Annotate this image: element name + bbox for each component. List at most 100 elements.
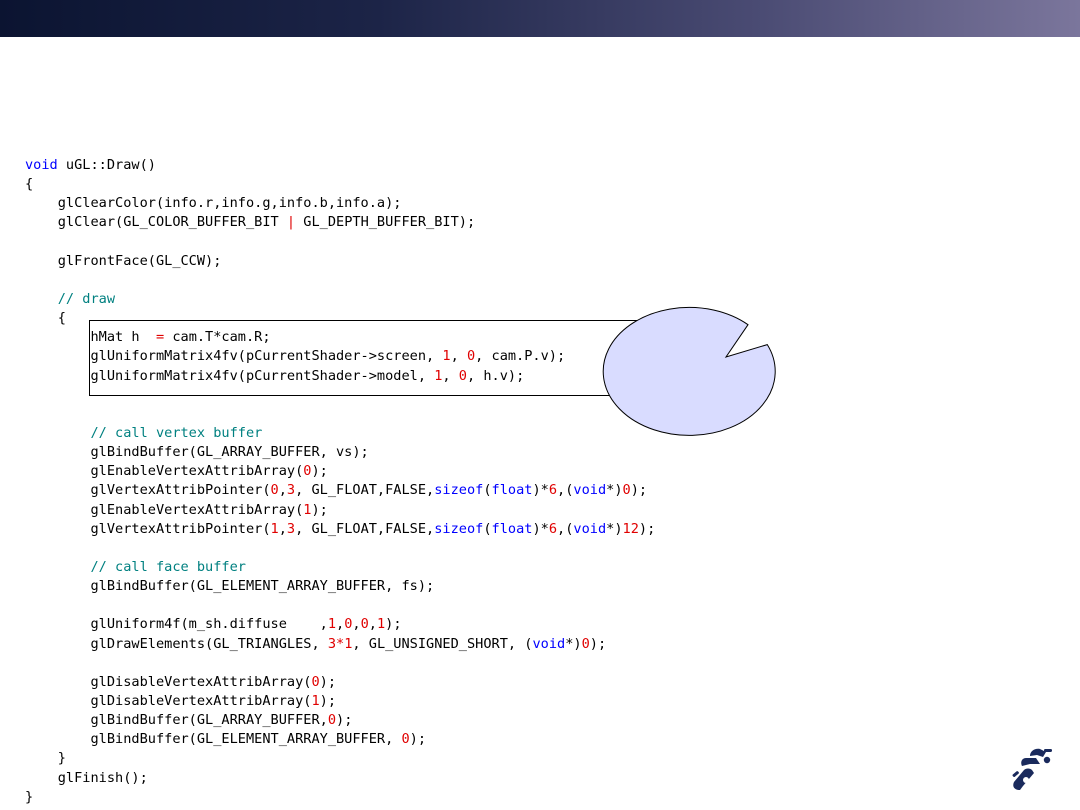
code-line: // draw (25, 290, 655, 309)
code-token: glEnableVertexAttribArray( (25, 463, 304, 480)
code-token: float (491, 520, 533, 537)
code-token: ); (319, 692, 337, 709)
code-token: 0 (270, 482, 279, 499)
code-line: // call face buffer (25, 558, 655, 577)
code-line: glVertexAttribPointer(1,3, GL_FLOAT,FALS… (25, 520, 655, 539)
code-token: glBindBuffer(GL_ELEMENT_ARRAY_BUFFER, (25, 731, 402, 748)
code-token: ); (638, 520, 656, 537)
code-token: ); (336, 712, 353, 729)
code-token: void (25, 157, 58, 173)
code-token: 0 (311, 673, 320, 690)
code-token: { (25, 310, 66, 327)
code-token: { (25, 176, 34, 193)
code-token: ); (311, 463, 328, 480)
code-token: 0 (327, 712, 337, 729)
code-token: ( (483, 482, 492, 499)
code-line: glDisableVertexAttribArray(1); (25, 692, 655, 711)
code-line: glEnableVertexAttribArray(0); (25, 462, 655, 481)
code-token: // call face buffer (25, 558, 246, 575)
code-token: float (491, 482, 533, 499)
code-token: glBindBuffer(GL_ARRAY_BUFFER, (25, 712, 328, 729)
code-token: , (336, 616, 345, 633)
code-token: , GL_FLOAT,FALSE, (295, 482, 435, 499)
code-token: , GL_FLOAT,FALSE, (295, 520, 435, 537)
code-token: *) (565, 635, 582, 652)
code-token: glUniform4f(m_sh.diffuse , (25, 616, 328, 633)
code-token: 0 (622, 482, 631, 499)
code-token: void (573, 482, 607, 499)
code-token: ( (483, 520, 492, 537)
code-token: glDisableVertexAttribArray( (25, 692, 312, 709)
code-line: glBindBuffer(GL_ARRAY_BUFFER,0); (25, 711, 655, 730)
code-token: glClearColor(info.r,info.g,info.b,info.a… (25, 195, 402, 212)
code-token: glDrawElements(GL_TRIANGLES, (25, 635, 328, 652)
code-token: uGL::Draw() (57, 157, 156, 173)
code-token: , (278, 482, 287, 499)
code-token: ,( (557, 520, 574, 537)
code-token: ); (589, 635, 607, 652)
code-token: ); (311, 501, 328, 518)
code-token: 0 (360, 616, 369, 633)
code-token: )* (532, 520, 549, 537)
code-token: void (573, 520, 607, 537)
code-token: ); (409, 731, 427, 748)
code-line: glFinish(); (25, 769, 655, 788)
code-token: 6 (548, 520, 558, 537)
code-token: glBindBuffer(GL_ARRAY_BUFFER, vs); (25, 444, 369, 461)
code-token: 1 (327, 616, 337, 633)
code-line: glBindBuffer(GL_ELEMENT_ARRAY_BUFFER, fs… (25, 577, 655, 596)
code-line: void uGL::Draw() (25, 156, 655, 175)
code-token: void (532, 635, 566, 652)
code-token: *) (606, 520, 623, 537)
code-token: glVertexAttribPointer( (25, 482, 271, 499)
code-token: } (25, 750, 66, 767)
code-token: 12 (622, 520, 639, 537)
code-line: // call vertex buffer (25, 424, 655, 443)
code-token: )* (532, 482, 549, 499)
code-token: 3 (286, 482, 296, 499)
code-line: glFrontFace(GL_CCW); (25, 252, 655, 271)
code-token: sizeof (434, 520, 484, 537)
code-token: , (352, 616, 361, 633)
code-token: glVertexAttribPointer( (25, 520, 271, 537)
code-token: , (278, 520, 287, 537)
code-token: ); (319, 673, 337, 690)
code-token: // draw (25, 290, 116, 307)
code-token: // call vertex buffer (25, 424, 263, 441)
code-token: 3 (286, 520, 296, 537)
code-token: ); (385, 616, 402, 633)
code-token: *) (606, 482, 623, 499)
code-token: 0 (401, 731, 410, 748)
code-token: 6 (548, 482, 558, 499)
code-token: | (286, 214, 296, 231)
header-bar (0, 0, 1080, 37)
code-token: 1 (270, 520, 279, 537)
code-token: glFrontFace(GL_CCW); (25, 252, 222, 269)
code-token: ,( (557, 482, 574, 499)
code-line: { (25, 175, 655, 194)
code-token: } (25, 788, 34, 805)
code-line: glDrawElements(GL_TRIANGLES, 3*1, GL_UNS… (25, 635, 655, 654)
highlight-box (89, 320, 709, 396)
code-line: glDisableVertexAttribArray(0); (25, 673, 655, 692)
code-token: 0 (581, 635, 590, 652)
robot-arm-logo-icon (1012, 748, 1052, 790)
code-token: , GL_UNSIGNED_SHORT, ( (352, 635, 533, 652)
code-token: 1 (311, 692, 320, 709)
code-token: sizeof (434, 482, 484, 499)
code-line: glUniform4f(m_sh.diffuse ,1,0,0,1); (25, 615, 655, 634)
code-token: glEnableVertexAttribArray( (25, 501, 304, 518)
code-line: glBindBuffer(GL_ELEMENT_ARRAY_BUFFER, 0)… (25, 730, 655, 749)
code-listing: void uGL::Draw(){ glClearColor(info.r,in… (25, 156, 655, 807)
code-line: } (25, 749, 655, 768)
code-token: ); (630, 482, 648, 499)
code-line: glVertexAttribPointer(0,3, GL_FLOAT,FALS… (25, 481, 655, 500)
code-token: GL_DEPTH_BUFFER_BIT); (295, 214, 476, 231)
code-token: glClear(GL_COLOR_BUFFER_BIT (25, 214, 287, 231)
code-line: glClear(GL_COLOR_BUFFER_BIT | GL_DEPTH_B… (25, 213, 655, 232)
